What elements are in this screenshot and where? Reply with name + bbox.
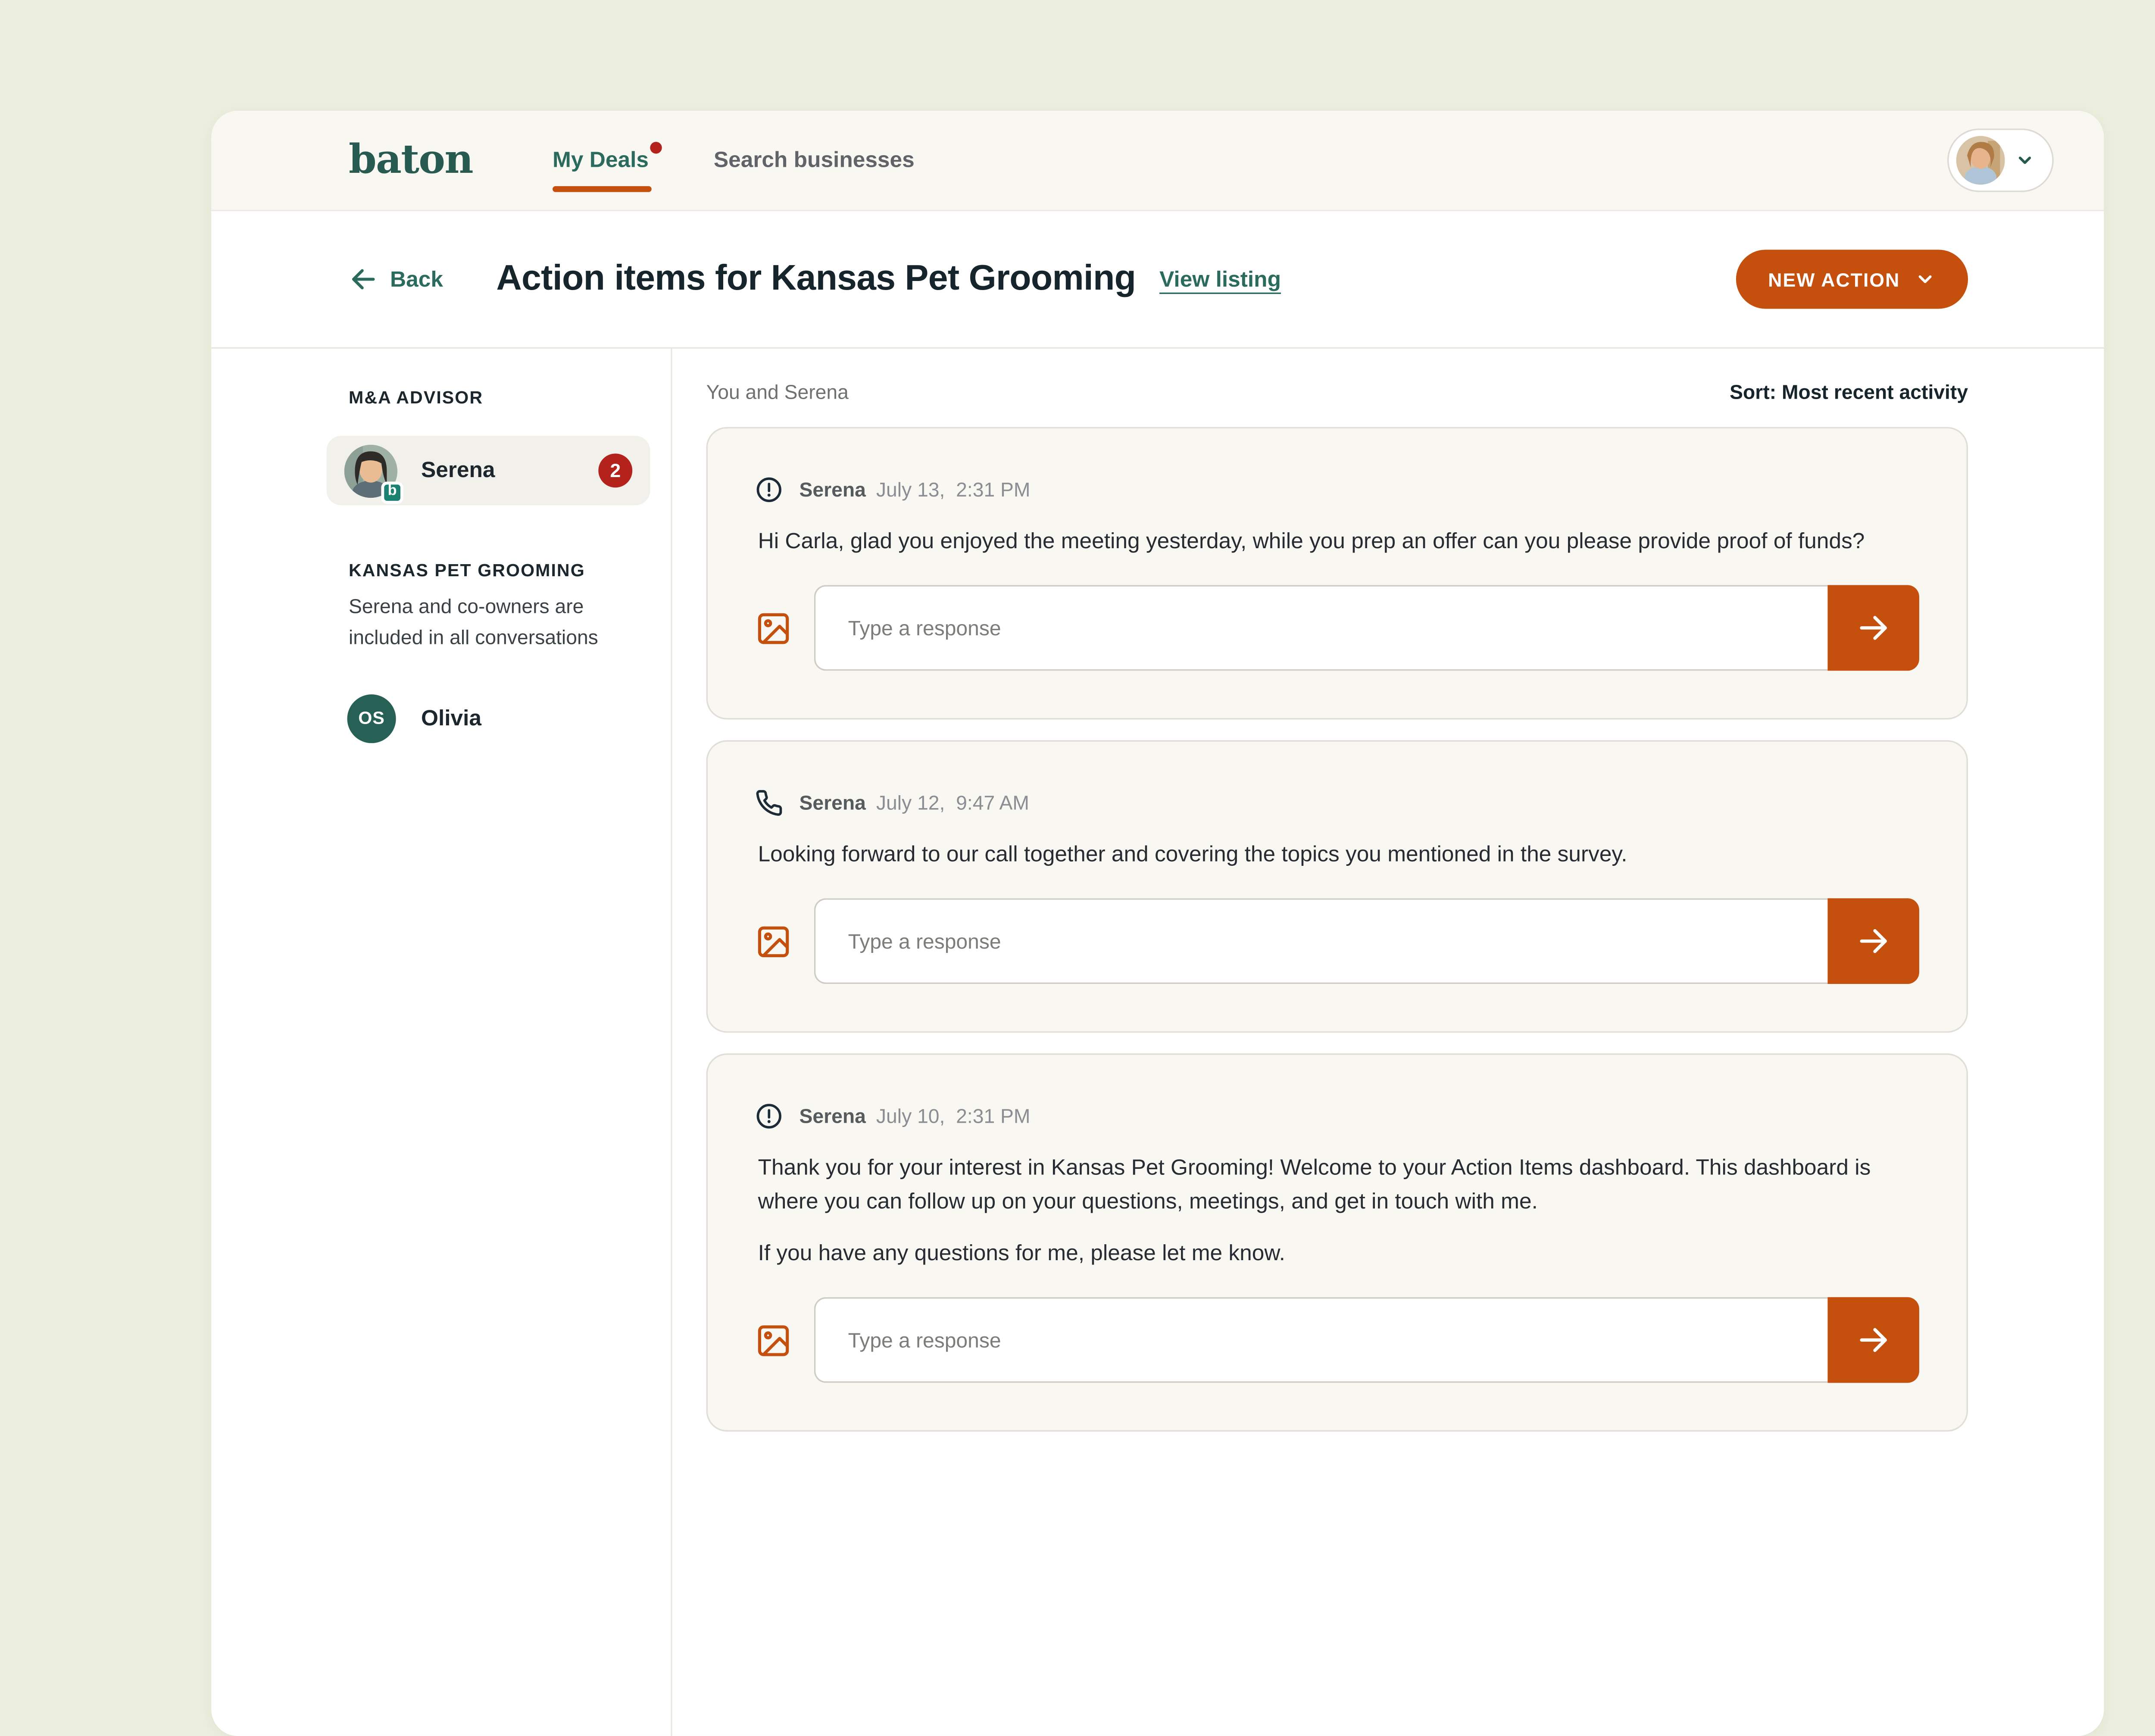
back-button[interactable]: Back (349, 265, 443, 294)
nav-links: My Deals Search businesses (553, 148, 915, 173)
page-title: Action items for Kansas Pet Grooming (496, 259, 1136, 300)
message-sender: Serena (800, 792, 866, 814)
business-note: Serena and co-owners are included in all… (327, 593, 615, 654)
reply-input[interactable] (814, 585, 1828, 671)
alert-circle-icon (755, 476, 783, 504)
reply-input-group (814, 585, 1919, 671)
unread-count-badge: 2 (598, 453, 632, 487)
reply-row (755, 898, 1919, 984)
message-timestamp: July 12, 9:47 AM (876, 792, 1029, 814)
coowner-name: Olivia (421, 706, 481, 731)
account-menu[interactable] (1947, 128, 2054, 192)
nav-search-businesses[interactable]: Search businesses (714, 148, 915, 173)
arrow-right-icon (1856, 924, 1891, 959)
attach-image-icon[interactable] (755, 1321, 792, 1358)
alert-circle-icon (755, 1102, 783, 1130)
arrow-right-icon (1856, 1322, 1891, 1358)
app-window: baton My Deals Search businesses (211, 111, 2104, 1736)
nav-my-deals[interactable]: My Deals (553, 148, 649, 173)
send-button[interactable] (1827, 1297, 1919, 1383)
baton-logo[interactable]: baton (349, 137, 473, 183)
advisor-section-title: M&A ADVISOR (327, 387, 650, 408)
back-arrow-icon (349, 265, 378, 294)
business-section-title: KANSAS PET GROOMING (327, 560, 650, 581)
sidebar-item-serena[interactable]: b Serena 2 (327, 436, 650, 505)
send-button[interactable] (1827, 585, 1919, 671)
content: M&A ADVISOR (211, 349, 2104, 1736)
page: baton My Deals Search businesses (0, 0, 2155, 1297)
message-timestamp: July 10, 2:31 PM (876, 1105, 1031, 1127)
notification-dot (650, 142, 662, 153)
olivia-avatar: OS (347, 694, 396, 743)
nav-my-deals-label: My Deals (553, 148, 649, 173)
back-label: Back (390, 267, 443, 292)
reply-input[interactable] (814, 898, 1828, 984)
message-text: Thank you for your interest in Kansas Pe… (755, 1151, 1919, 1219)
message-text: Hi Carla, glad you enjoyed the meeting y… (755, 525, 1919, 559)
attach-image-icon[interactable] (755, 923, 792, 960)
new-action-button[interactable]: NEW ACTION (1736, 250, 1968, 309)
reply-input-group (814, 898, 1919, 984)
phone-icon (755, 789, 783, 817)
message-text: If you have any questions for me, please… (755, 1236, 1919, 1271)
attach-image-icon[interactable] (755, 609, 792, 646)
message-timestamp: July 13, 2:31 PM (876, 479, 1031, 501)
message-meta: Serena July 12, 9:47 AM (755, 789, 1919, 817)
message-meta: Serena July 13, 2:31 PM (755, 476, 1919, 504)
view-listing-link[interactable]: View listing (1159, 267, 1281, 292)
baton-verified-badge: b (381, 481, 403, 503)
send-button[interactable] (1827, 898, 1919, 984)
sort-control[interactable]: Sort: Most recent activity (1730, 381, 1968, 403)
message-card: Serena July 12, 9:47 AM Looking forward … (706, 740, 1968, 1033)
message-sender: Serena (800, 1105, 866, 1127)
conversation-panel: You and Serena Sort: Most recent activit… (672, 349, 2104, 1736)
serena-avatar: b (344, 444, 397, 497)
message-card: Serena July 13, 2:31 PM Hi Carla, glad y… (706, 427, 1968, 720)
chevron-down-icon (1915, 269, 1936, 290)
reply-row (755, 1297, 1919, 1383)
reply-row (755, 585, 1919, 671)
message-text: Looking forward to our call together and… (755, 838, 1919, 872)
reply-input[interactable] (814, 1297, 1828, 1383)
new-action-label: NEW ACTION (1768, 268, 1900, 290)
participants-label: You and Serena (706, 381, 849, 403)
reply-input-group (814, 1297, 1919, 1383)
page-header: Back Action items for Kansas Pet Groomin… (211, 211, 2104, 349)
sidebar-item-olivia[interactable]: OS Olivia (327, 694, 650, 743)
sidebar: M&A ADVISOR (211, 349, 672, 1736)
message-meta: Serena July 10, 2:31 PM (755, 1102, 1919, 1130)
user-avatar (1956, 136, 2005, 184)
message-card: Serena July 10, 2:31 PM Thank you for yo… (706, 1053, 1968, 1432)
nav-search-businesses-label: Search businesses (714, 148, 915, 173)
advisor-name: Serena (421, 458, 495, 483)
chevron-down-icon (2015, 151, 2035, 170)
conversation-toolbar: You and Serena Sort: Most recent activit… (706, 381, 1968, 403)
top-nav: baton My Deals Search businesses (211, 111, 2104, 211)
active-tab-underline (553, 186, 652, 192)
arrow-right-icon (1856, 610, 1891, 646)
message-sender: Serena (800, 479, 866, 501)
